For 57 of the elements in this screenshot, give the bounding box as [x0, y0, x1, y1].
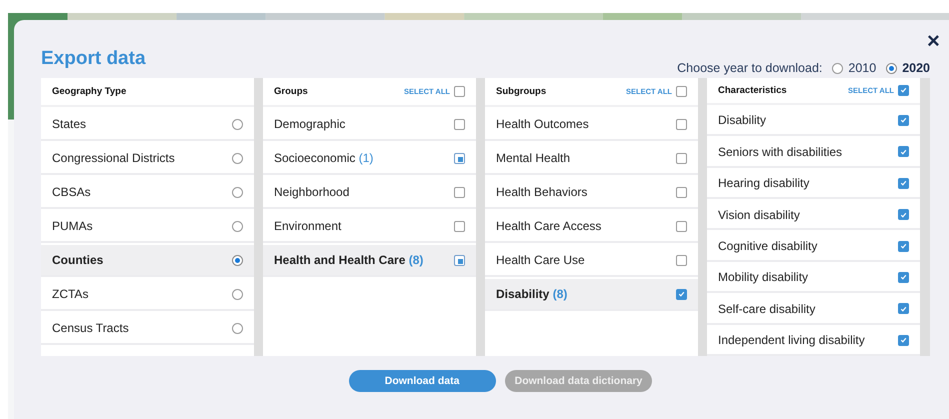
- year-radio[interactable]: 2010: [832, 61, 876, 75]
- list-item[interactable]: Counties: [41, 245, 254, 277]
- select-all-checkbox[interactable]: [898, 84, 909, 96]
- checkbox[interactable]: [898, 146, 909, 158]
- list-item[interactable]: Disability: [707, 106, 920, 136]
- list-item[interactable]: Disability (8): [485, 279, 698, 311]
- checkbox[interactable]: [676, 288, 687, 300]
- year-label: Choose year to download:: [677, 61, 822, 75]
- column-title: Subgroups: [496, 86, 548, 97]
- list-item[interactable]: PUMAs: [41, 211, 254, 243]
- list-item[interactable]: Mental Health: [485, 143, 698, 175]
- list-item[interactable]: Demographic: [263, 109, 476, 141]
- dialog-title: Export data: [41, 48, 146, 70]
- select-all-checkbox[interactable]: [676, 86, 687, 97]
- list-item[interactable]: Health Behaviors: [485, 177, 698, 209]
- list-item[interactable]: Hearing disability: [707, 170, 920, 199]
- list-item[interactable]: Neighborhood: [263, 177, 476, 209]
- checkbox[interactable]: [676, 220, 687, 232]
- checkbox[interactable]: [676, 254, 687, 266]
- checkbox[interactable]: [898, 114, 909, 126]
- select-all-checkbox[interactable]: [454, 86, 465, 97]
- checkbox[interactable]: [454, 118, 465, 130]
- checkbox[interactable]: [676, 186, 687, 198]
- list-item[interactable]: Health Care Access: [485, 211, 698, 243]
- checkbox[interactable]: [898, 209, 909, 220]
- list-item[interactable]: Health Care Use: [485, 245, 698, 277]
- list-item[interactable]: Congressional Districts: [41, 143, 254, 175]
- list-item[interactable]: Vision disability: [707, 200, 920, 230]
- checkbox[interactable]: [454, 152, 465, 164]
- checkbox[interactable]: [898, 272, 909, 283]
- list-item[interactable]: States: [41, 109, 254, 141]
- list-item[interactable]: ZCTAs: [41, 279, 254, 311]
- list-item[interactable]: Socioeconomic (1): [263, 143, 476, 175]
- checkbox[interactable]: [898, 334, 909, 346]
- list-item[interactable]: Seniors with disabilities: [707, 138, 920, 168]
- checkbox[interactable]: [676, 152, 687, 164]
- list-item[interactable]: Independent living disability: [707, 326, 920, 356]
- year-radio[interactable]: 2020: [886, 61, 930, 75]
- list-item[interactable]: Mobility disability: [707, 264, 920, 294]
- checkbox[interactable]: [454, 254, 465, 266]
- list-item[interactable]: Self-care disability: [707, 295, 920, 325]
- list-item[interactable]: Health and Health Care (8): [263, 245, 476, 277]
- close-button[interactable]: ×: [923, 30, 944, 52]
- column-title: Characteristics: [718, 84, 788, 96]
- checkbox[interactable]: [898, 178, 909, 189]
- column-title: Geography Type: [52, 86, 128, 97]
- checkbox[interactable]: [898, 240, 909, 252]
- checkbox[interactable]: [454, 220, 465, 232]
- checkbox[interactable]: [454, 186, 465, 198]
- checkbox[interactable]: [898, 303, 909, 314]
- column-title: Groups: [274, 86, 309, 97]
- list-item[interactable]: Cognitive disability: [707, 232, 920, 262]
- list-item[interactable]: Environment: [263, 211, 476, 243]
- list-item[interactable]: CBSAs: [41, 177, 254, 209]
- list-item[interactable]: Health Outcomes: [485, 109, 698, 141]
- list-item[interactable]: Census Tracts: [41, 313, 254, 345]
- checkbox[interactable]: [676, 118, 687, 130]
